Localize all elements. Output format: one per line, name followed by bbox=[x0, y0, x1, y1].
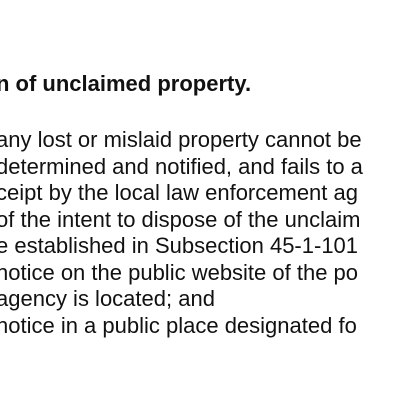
text-line: e established in Subsection 45-1-101 bbox=[0, 233, 359, 258]
text-line: notice in a public place designated fo bbox=[0, 312, 357, 338]
document-page: n of unclaimed property. any lost or mis… bbox=[0, 0, 400, 400]
text-line: of the intent to dispose of the unclaim bbox=[0, 206, 361, 232]
text-line: ceipt by the local law enforcement ag bbox=[0, 180, 358, 205]
text-line: agency is located; and bbox=[0, 286, 215, 311]
text-line: any lost or mislaid property cannot be bbox=[0, 127, 362, 152]
document-body: any lost or mislaid property cannot be d… bbox=[0, 127, 363, 339]
text-line: notice on the public website of the po bbox=[0, 259, 359, 285]
section-heading: n of unclaimed property. bbox=[0, 71, 252, 96]
text-line: determined and notified, and fails to a bbox=[0, 153, 363, 179]
